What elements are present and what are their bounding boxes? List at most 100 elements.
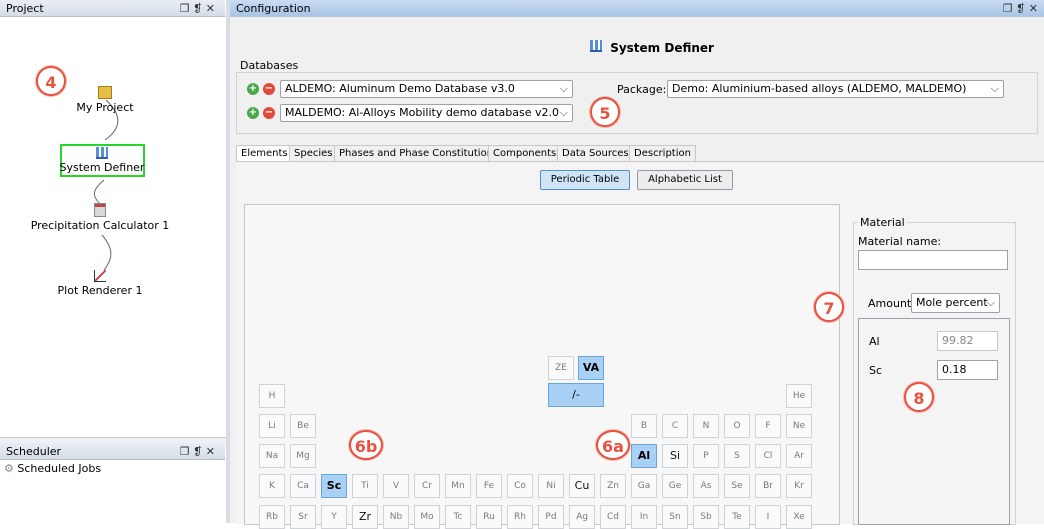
amount-unit-select[interactable]: Mole percent ⌵ [911, 293, 1000, 313]
element-b[interactable]: B [631, 414, 657, 438]
element-s[interactable]: S [724, 444, 750, 468]
element-in[interactable]: In [631, 505, 657, 529]
annotation-badge-4: 4 [36, 66, 66, 96]
node-system-definer[interactable]: System Definer [12, 147, 192, 174]
system-definer-heading-icon [590, 40, 602, 52]
element-ge[interactable]: Ge [662, 474, 688, 498]
alphabetic-list-button[interactable]: Alphabetic List [637, 170, 733, 190]
element-mn[interactable]: Mn [445, 474, 471, 498]
chevron-down-icon: ⌵ [990, 82, 999, 95]
node-precipitation-calculator[interactable]: Precipitation Calculator 1 [10, 203, 190, 232]
element-ag[interactable]: Ag [569, 505, 595, 529]
element-fe[interactable]: Fe [476, 474, 502, 498]
element-rh[interactable]: Rh [507, 505, 533, 529]
element-ti[interactable]: Ti [352, 474, 378, 498]
material-label: Material [858, 216, 907, 229]
element-li[interactable]: Li [259, 414, 285, 438]
composition-element-al: Al [869, 335, 880, 348]
database-select-2[interactable]: MALDEMO: Al-Alloys Mobility demo databas… [280, 104, 573, 122]
package-select[interactable]: Demo: Aluminium-based alloys (ALDEMO, MA… [667, 80, 1004, 98]
element-o[interactable]: O [724, 414, 750, 438]
element-al[interactable]: Al [631, 444, 657, 468]
element-zr[interactable]: Zr [352, 505, 378, 529]
tab-data-sources[interactable]: Data Sources [557, 145, 634, 161]
scheduled-jobs-item[interactable]: ⚙ Scheduled Jobs [4, 462, 101, 475]
element-cd[interactable]: Cd [600, 505, 626, 529]
element-v[interactable]: V [383, 474, 409, 498]
heading: System Definer [590, 40, 714, 55]
element-ni[interactable]: Ni [538, 474, 564, 498]
tab-components[interactable]: Components [488, 145, 562, 161]
element-te[interactable]: Te [724, 505, 750, 529]
element-slash[interactable]: /- [548, 383, 604, 407]
element-n[interactable]: N [693, 414, 719, 438]
element-as[interactable]: As [693, 474, 719, 498]
element-kr[interactable]: Kr [786, 474, 812, 498]
chevron-down-icon: ⌵ [559, 106, 568, 119]
chevron-down-icon: ⌵ [559, 82, 568, 95]
heading-text: System Definer [610, 41, 714, 55]
package-label: Package: [617, 83, 667, 96]
element-br[interactable]: Br [755, 474, 781, 498]
material-name-input[interactable] [858, 250, 1008, 270]
element-ar[interactable]: Ar [786, 444, 812, 468]
element-cl[interactable]: Cl [755, 444, 781, 468]
element-pd[interactable]: Pd [538, 505, 564, 529]
element-se[interactable]: Se [724, 474, 750, 498]
tab-species[interactable]: Species [289, 145, 338, 161]
periodic-table-button[interactable]: Periodic Table [540, 170, 630, 190]
element-c[interactable]: C [662, 414, 688, 438]
calculator-icon [94, 203, 106, 217]
tab-description[interactable]: Description [629, 145, 696, 161]
add-database-icon[interactable]: + [247, 107, 259, 119]
element-ne[interactable]: Ne [786, 414, 812, 438]
element-co[interactable]: Co [507, 474, 533, 498]
scheduled-jobs-label: Scheduled Jobs [17, 462, 102, 475]
element-ca[interactable]: Ca [290, 474, 316, 498]
element-y[interactable]: Y [321, 505, 347, 529]
node-plot-renderer[interactable]: Plot Renderer 1 [10, 270, 190, 297]
element-be[interactable]: Be [290, 414, 316, 438]
composition-element-sc: Sc [869, 364, 883, 377]
element-na[interactable]: Na [259, 444, 285, 468]
tab-elements[interactable]: Elements [236, 145, 293, 161]
add-database-icon[interactable]: + [247, 83, 259, 95]
element-rb[interactable]: Rb [259, 505, 285, 529]
annotation-badge-8: 8 [904, 382, 934, 412]
element-p[interactable]: P [693, 444, 719, 468]
element-si[interactable]: Si [662, 444, 688, 468]
element-i[interactable]: I [755, 505, 781, 529]
tab-phases[interactable]: Phases and Phase Constitution [334, 145, 499, 161]
element-cr[interactable]: Cr [414, 474, 440, 498]
element-f[interactable]: F [755, 414, 781, 438]
element-k[interactable]: K [259, 474, 285, 498]
element-cu[interactable]: Cu [569, 474, 595, 498]
element-mg[interactable]: Mg [290, 444, 316, 468]
element-nb[interactable]: Nb [383, 505, 409, 529]
scheduler-panel-title: Scheduler ❐ ❡ ✕ [0, 443, 225, 460]
scheduler-panel-controls[interactable]: ❐ ❡ ✕ [180, 443, 215, 460]
element-mo[interactable]: Mo [414, 505, 440, 529]
element-sr[interactable]: Sr [290, 505, 316, 529]
element-ga[interactable]: Ga [631, 474, 657, 498]
element-he[interactable]: He [786, 384, 812, 408]
element-sn[interactable]: Sn [662, 505, 688, 529]
element-ru[interactable]: Ru [476, 505, 502, 529]
gear-icon: ⚙ [4, 462, 14, 475]
amount-unit-value: Mole percent [916, 296, 988, 309]
remove-database-icon[interactable]: − [263, 83, 275, 95]
composition-value-sc[interactable]: 0.18 [937, 360, 998, 380]
database-select-1[interactable]: ALDEMO: Aluminum Demo Database v3.0 ⌵ [280, 80, 573, 98]
element-tc[interactable]: Tc [445, 505, 471, 529]
element-ze[interactable]: ZE [548, 356, 574, 380]
element-sc[interactable]: Sc [321, 474, 347, 498]
config-panel-title: Configuration ❐ ❡ ✕ [230, 0, 1044, 17]
element-xe[interactable]: Xe [786, 505, 812, 529]
element-zn[interactable]: Zn [600, 474, 626, 498]
remove-database-icon[interactable]: − [263, 107, 275, 119]
element-sb[interactable]: Sb [693, 505, 719, 529]
element-h[interactable]: H [259, 384, 285, 408]
package-value: Demo: Aluminium-based alloys (ALDEMO, MA… [672, 82, 967, 95]
element-va[interactable]: VA [578, 356, 604, 380]
config-panel-controls[interactable]: ❐ ❡ ✕ [1003, 0, 1038, 17]
